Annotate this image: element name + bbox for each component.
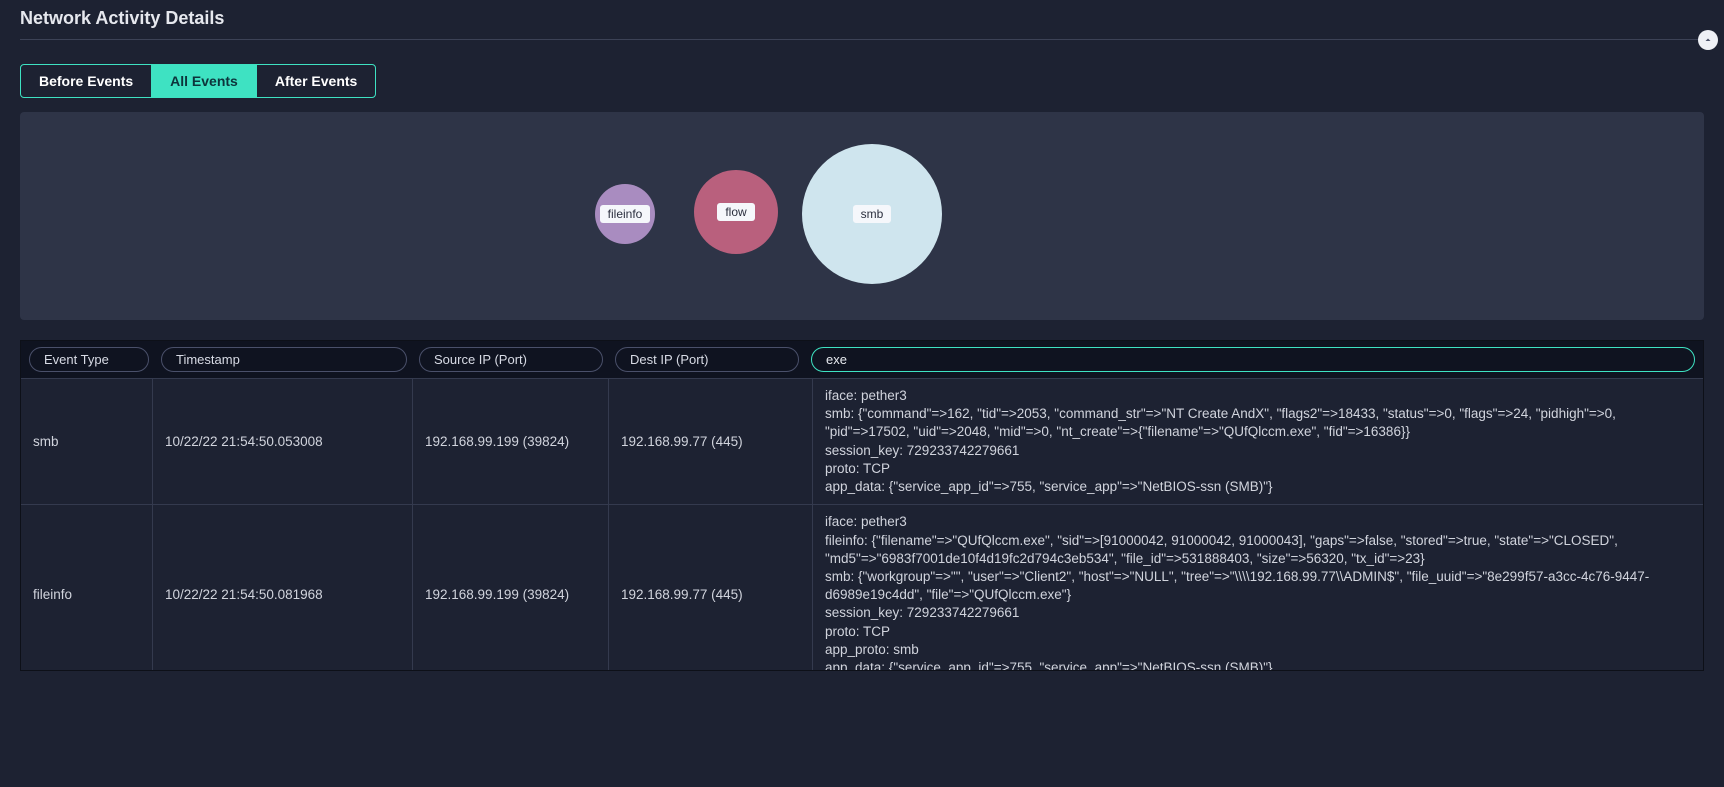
- chevron-up-icon: [1702, 34, 1714, 46]
- divider: [20, 39, 1704, 40]
- tab-after-events[interactable]: After Events: [257, 65, 375, 97]
- tab-all-events[interactable]: All Events: [152, 65, 257, 97]
- cell-event-type: fileinfo: [21, 505, 153, 670]
- table-row[interactable]: fileinfo10/22/22 21:54:50.081968192.168.…: [21, 504, 1703, 670]
- page-title: Network Activity Details: [20, 8, 1704, 29]
- event-type-bubble-chart: fileinfo flow smb: [20, 112, 1704, 320]
- cell-event-type: smb: [21, 379, 153, 504]
- bubble-fileinfo[interactable]: fileinfo: [595, 184, 655, 244]
- cell-info: iface: pether3fileinfo: {"filename"=>"QU…: [813, 505, 1703, 670]
- table-body[interactable]: smb10/22/22 21:54:50.053008192.168.99.19…: [21, 378, 1703, 670]
- column-filter-source-ip[interactable]: Source IP (Port): [419, 347, 603, 372]
- cell-timestamp: 10/22/22 21:54:50.053008: [153, 379, 413, 504]
- event-scope-tabs: Before Events All Events After Events: [20, 64, 376, 98]
- column-filter-event-type[interactable]: Event Type: [29, 347, 149, 372]
- cell-timestamp: 10/22/22 21:54:50.081968: [153, 505, 413, 670]
- cell-info: iface: pether3smb: {"command"=>162, "tid…: [813, 379, 1703, 504]
- column-filter-info-input[interactable]: [811, 347, 1695, 372]
- bubble-label: fileinfo: [600, 205, 651, 223]
- events-table: Event Type Timestamp Source IP (Port) De…: [20, 340, 1704, 671]
- column-filter-timestamp[interactable]: Timestamp: [161, 347, 407, 372]
- cell-dest-ip: 192.168.99.77 (445): [609, 379, 813, 504]
- table-header-row: Event Type Timestamp Source IP (Port) De…: [21, 341, 1703, 378]
- cell-dest-ip: 192.168.99.77 (445): [609, 505, 813, 670]
- collapse-button[interactable]: [1698, 30, 1718, 50]
- column-filter-dest-ip[interactable]: Dest IP (Port): [615, 347, 799, 372]
- cell-source-ip: 192.168.99.199 (39824): [413, 505, 609, 670]
- tab-before-events[interactable]: Before Events: [21, 65, 152, 97]
- cell-source-ip: 192.168.99.199 (39824): [413, 379, 609, 504]
- table-row[interactable]: smb10/22/22 21:54:50.053008192.168.99.19…: [21, 378, 1703, 504]
- panel-header: Network Activity Details: [10, 0, 1714, 50]
- bubble-label: flow: [717, 203, 754, 221]
- bubble-flow[interactable]: flow: [694, 170, 778, 254]
- bubble-label: smb: [853, 205, 892, 223]
- bubble-smb[interactable]: smb: [802, 144, 942, 284]
